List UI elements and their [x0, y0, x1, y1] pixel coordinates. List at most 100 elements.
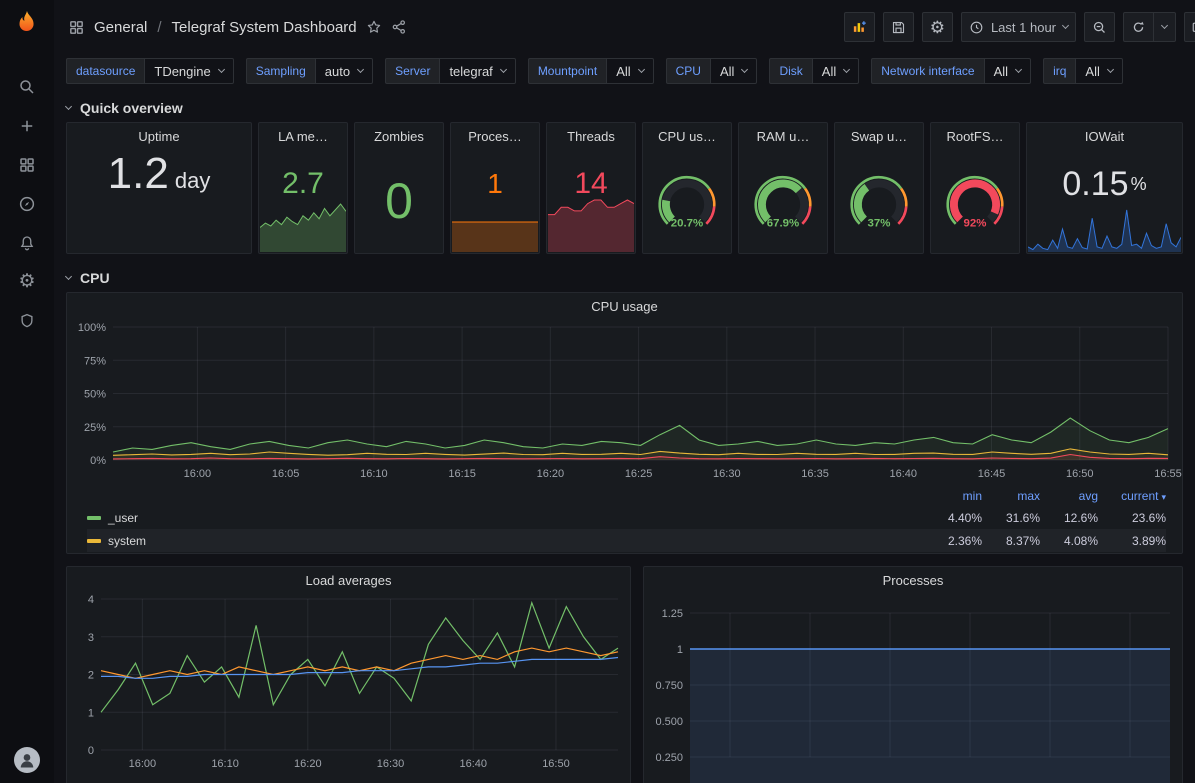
variable-label: Network interface	[871, 58, 983, 84]
svg-text:16:40: 16:40	[890, 468, 918, 480]
add-panel-button[interactable]	[844, 12, 875, 42]
panel-load-averages: Load averages 4321016:0016:1016:2016:301…	[66, 566, 631, 783]
quick-overview-row: Uptime 1.2day LA me… 2.7 Zombies 0 Proce…	[66, 122, 1183, 254]
zoom-out-button[interactable]	[1084, 12, 1115, 42]
share-icon[interactable]	[391, 19, 407, 35]
time-picker-button[interactable]: Last 1 hour	[961, 12, 1076, 42]
panel-title[interactable]: Processes	[644, 567, 1182, 593]
user-avatar[interactable]	[14, 747, 40, 773]
dashboard-title: Telegraf System Dashboard	[172, 19, 357, 36]
svg-text:16:15: 16:15	[448, 468, 476, 480]
legend-sort-max[interactable]: max	[982, 489, 1040, 503]
breadcrumb-section[interactable]: General	[94, 19, 147, 36]
la-sparkline	[260, 200, 346, 252]
panel-title[interactable]: RootFS…	[946, 123, 1003, 149]
svg-text:16:10: 16:10	[360, 468, 388, 480]
panel-processes-stat: Proces… 1	[450, 122, 540, 254]
dashboard-settings-button[interactable]: ⚙	[922, 12, 953, 42]
panel-title[interactable]: Zombies	[374, 123, 424, 149]
svg-text:16:45: 16:45	[978, 468, 1006, 480]
zombies-value: 0	[385, 149, 413, 253]
variable-label: Disk	[769, 58, 811, 84]
star-icon[interactable]	[366, 19, 382, 35]
variable-value-dropdown[interactable]: auto	[315, 58, 373, 84]
svg-text:16:25: 16:25	[625, 468, 653, 480]
panel-title[interactable]: IOWait	[1085, 123, 1124, 149]
legend-sort-min[interactable]: min	[924, 489, 982, 503]
cycle-view-tv-button[interactable]	[1184, 12, 1195, 42]
refresh-button[interactable]	[1123, 12, 1154, 42]
variable-value-dropdown[interactable]: All	[1075, 58, 1122, 84]
grafana-logo[interactable]	[12, 9, 42, 39]
variable-value-dropdown[interactable]: telegraf	[439, 58, 515, 84]
variables-row: datasourceTDengine Samplingauto Serverte…	[54, 54, 1195, 92]
variable-label: datasource	[66, 58, 144, 84]
panel-title[interactable]: Proces…	[468, 123, 521, 149]
cpu-usage-gauge: 20.7%	[643, 149, 731, 253]
variable-value-dropdown[interactable]: All	[984, 58, 1031, 84]
svg-text:25%: 25%	[84, 422, 106, 434]
panel-iowait: IOWait 0.15%	[1026, 122, 1183, 254]
legend-header-row: min max avg current	[87, 486, 1166, 506]
sidebar: ⚙	[0, 0, 54, 783]
panel-title[interactable]: RAM u…	[757, 123, 810, 149]
variable-server: Servertelegraf	[385, 58, 516, 84]
section-quick-overview[interactable]: Quick overview	[66, 94, 1183, 122]
panel-threads: Threads 14	[546, 122, 636, 254]
bottom-row: Load averages 4321016:0016:1016:2016:301…	[66, 566, 1183, 783]
panel-title[interactable]: Swap u…	[851, 123, 907, 149]
legend-sort-avg[interactable]: avg	[1040, 489, 1098, 503]
panel-title[interactable]: CPU usage	[67, 293, 1182, 319]
alerting-bell-icon[interactable]	[0, 223, 54, 262]
ram-usage-gauge: 67.9%	[739, 149, 827, 253]
series-toggle-system[interactable]: system	[87, 534, 924, 548]
svg-text:16:50: 16:50	[1066, 468, 1094, 480]
create-plus-icon[interactable]	[0, 106, 54, 145]
svg-text:0: 0	[88, 745, 94, 757]
variable-network-interface: Network interfaceAll	[871, 58, 1031, 84]
panel-title[interactable]: LA me…	[278, 123, 328, 149]
topbar-actions: ⚙ Last 1 hour	[844, 12, 1195, 42]
chevron-down-icon	[500, 66, 507, 73]
variable-value-dropdown[interactable]: All	[606, 58, 653, 84]
panel-title[interactable]: Load averages	[67, 567, 630, 593]
breadcrumb-separator: /	[156, 19, 162, 36]
panel-title[interactable]: Threads	[567, 123, 615, 149]
variable-disk: DiskAll	[769, 58, 859, 84]
processes-chart[interactable]: 1.2510.7500.5000.250	[644, 593, 1182, 783]
svg-text:16:10: 16:10	[211, 758, 239, 770]
svg-text:2: 2	[88, 670, 94, 682]
variable-value-dropdown[interactable]: All	[812, 58, 859, 84]
svg-text:16:20: 16:20	[537, 468, 565, 480]
apps-grid-icon	[68, 19, 85, 36]
panel-title[interactable]: Uptime	[138, 123, 179, 149]
uptime-value: 1.2day	[108, 149, 211, 253]
variable-label: Sampling	[246, 58, 315, 84]
series-swatch	[87, 539, 101, 543]
explore-compass-icon[interactable]	[0, 184, 54, 223]
load-averages-chart[interactable]: 4321016:0016:1016:2016:3016:4016:50	[67, 593, 630, 778]
chevron-down-icon	[638, 66, 645, 73]
chevron-down-icon	[218, 66, 225, 73]
search-icon[interactable]	[0, 67, 54, 106]
cpu-usage-chart[interactable]: 100%75%50%25%0%16:0016:0516:1016:1516:20…	[67, 319, 1182, 484]
series-toggle-user[interactable]: _user	[87, 511, 924, 525]
legend-sort-current[interactable]: current	[1098, 489, 1166, 503]
legend-row-user: _user 4.40% 31.6% 12.6% 23.6%	[87, 506, 1166, 529]
dashboards-icon[interactable]	[0, 145, 54, 184]
section-cpu[interactable]: CPU	[66, 264, 1183, 292]
variable-value-dropdown[interactable]: All	[710, 58, 757, 84]
chevron-down-icon	[1161, 22, 1168, 29]
variable-value-dropdown[interactable]: TDengine	[144, 58, 233, 84]
refresh-interval-dropdown[interactable]	[1154, 12, 1176, 42]
swap-usage-gauge: 37%	[835, 149, 923, 253]
svg-text:16:50: 16:50	[542, 758, 570, 770]
svg-text:16:30: 16:30	[713, 468, 741, 480]
save-dashboard-button[interactable]	[883, 12, 914, 42]
svg-text:16:00: 16:00	[129, 758, 157, 770]
configuration-gear-icon[interactable]: ⚙	[0, 262, 54, 301]
iowait-sparkline	[1028, 206, 1181, 252]
panel-title[interactable]: CPU us…	[658, 123, 716, 149]
server-admin-shield-icon[interactable]	[0, 301, 54, 340]
variable-label: CPU	[666, 58, 710, 84]
